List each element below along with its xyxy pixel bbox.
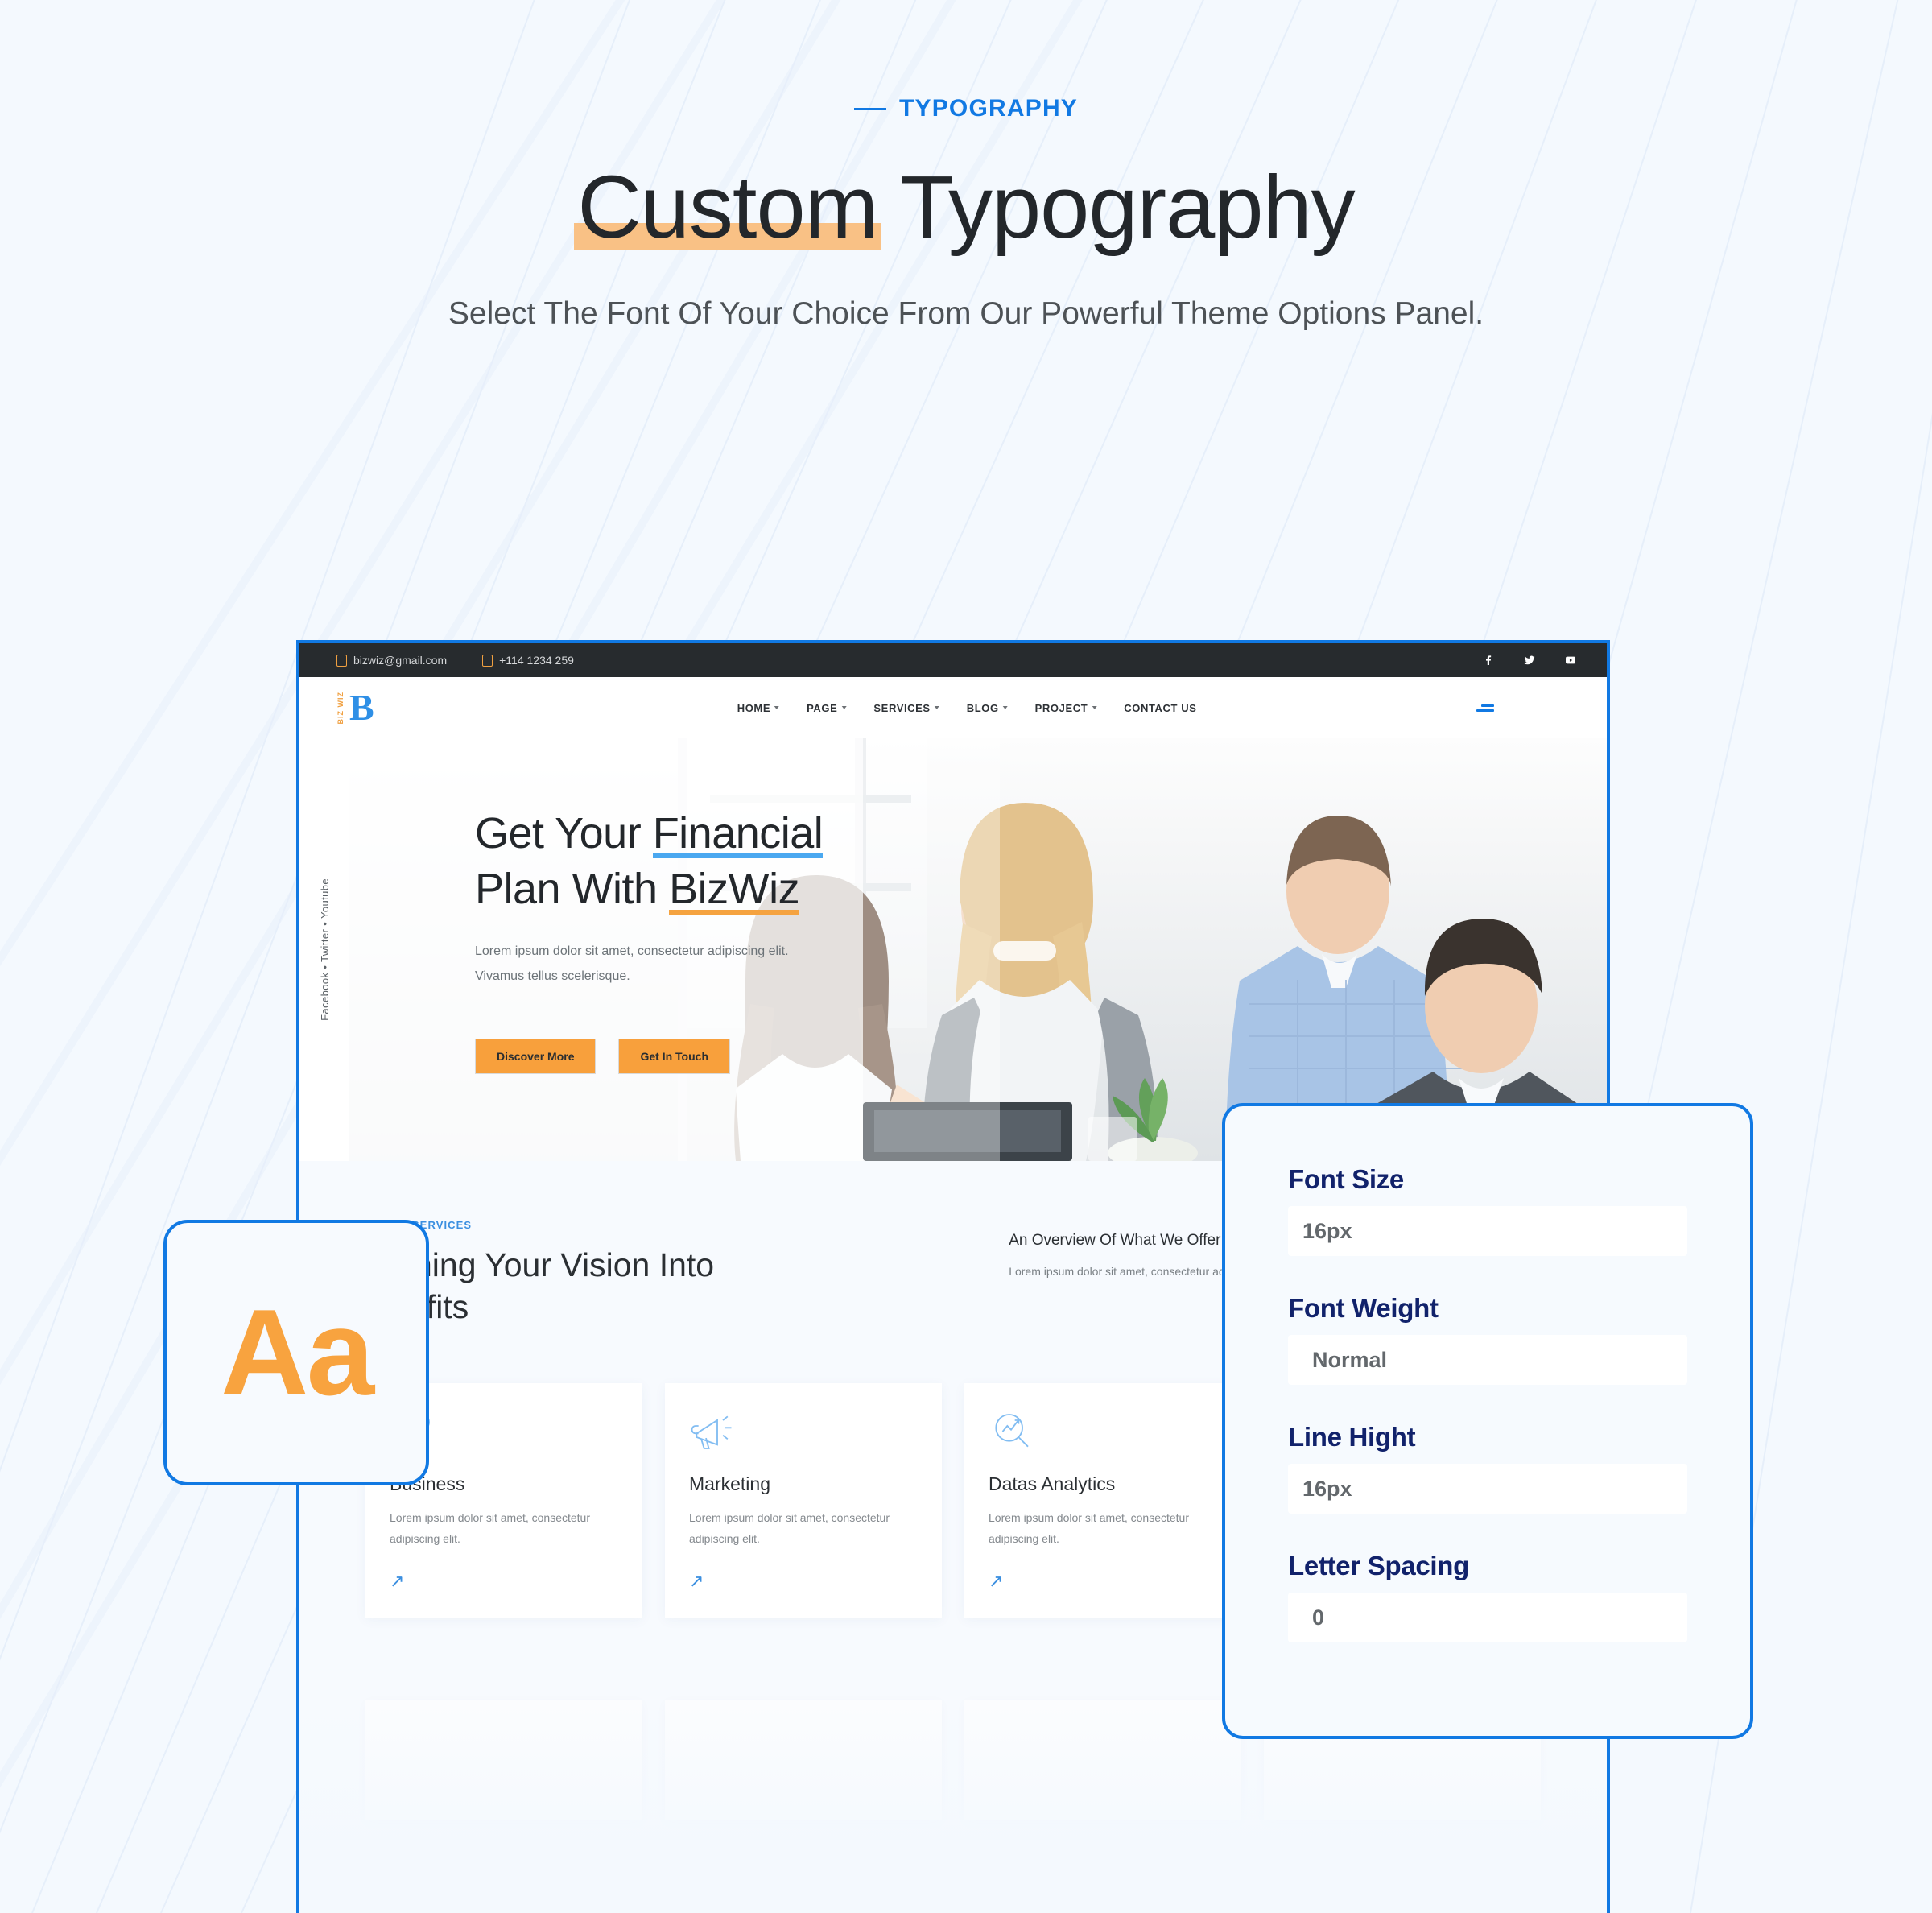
nav-item-blog[interactable]: BLOG bbox=[967, 702, 1008, 714]
chevron-down-icon bbox=[774, 706, 780, 709]
typography-options-panel: Font Size 16px Font Weight Normal Line H… bbox=[1222, 1103, 1753, 1739]
phone-icon bbox=[482, 654, 493, 667]
facebook-icon[interactable] bbox=[1478, 650, 1499, 671]
field-label: Letter Spacing bbox=[1288, 1551, 1470, 1580]
field-font-weight: Font Weight Normal bbox=[1288, 1293, 1687, 1385]
section-eyebrow: TYPOGRAPHY bbox=[853, 95, 1079, 122]
service-card[interactable]: Marketing Lorem ipsum dolor sit amet, co… bbox=[665, 1382, 942, 1618]
service-card[interactable] bbox=[365, 1699, 642, 1820]
nav-item-home[interactable]: HOME bbox=[737, 701, 780, 714]
field-label: Font Size bbox=[1288, 1164, 1404, 1194]
service-card-title: Business bbox=[390, 1473, 465, 1494]
nav-item-project[interactable]: PROJECT bbox=[1035, 702, 1097, 714]
envelope-icon bbox=[336, 654, 347, 667]
logo-mark: B bbox=[349, 686, 374, 728]
chevron-down-icon bbox=[1002, 706, 1008, 709]
services-heading: Turning Your Vision Into Profits bbox=[365, 1244, 976, 1328]
topbar-email[interactable]: bizwiz@gmail.com bbox=[336, 654, 447, 667]
megaphone-icon bbox=[689, 1409, 918, 1456]
service-card[interactable] bbox=[964, 1699, 1241, 1820]
chevron-down-icon bbox=[1092, 706, 1097, 709]
chevron-down-icon bbox=[934, 706, 939, 709]
hero-copy: Get Your Financial Plan With BizWiz Lore… bbox=[475, 806, 829, 1074]
get-in-touch-button[interactable]: Get In Touch bbox=[618, 1039, 730, 1074]
nav-label: CONTACT US bbox=[1124, 701, 1197, 714]
hero-heading-line1b: Financial bbox=[652, 806, 824, 861]
typography-feature-page: TYPOGRAPHY Custom Typography Select The … bbox=[0, 0, 1932, 1913]
field-label: Line Hight bbox=[1288, 1422, 1416, 1452]
nav-label: PAGE bbox=[807, 701, 838, 714]
page-title-highlight: Custom bbox=[574, 158, 881, 257]
service-card-text: Lorem ipsum dolor sit amet, consectetur … bbox=[989, 1510, 1189, 1545]
arrow-up-right-icon[interactable]: ↗ bbox=[390, 1572, 618, 1590]
font-preview-badge: Aa bbox=[163, 1220, 429, 1485]
twitter-icon[interactable] bbox=[1519, 650, 1540, 671]
nav-label: HOME bbox=[737, 701, 771, 714]
service-card[interactable] bbox=[665, 1699, 942, 1820]
topbar-phone[interactable]: +114 1234 259 bbox=[482, 654, 574, 667]
field-line-height: Line Hight 16px bbox=[1288, 1422, 1687, 1514]
service-card-text: Lorem ipsum dolor sit amet, consectetur … bbox=[689, 1510, 890, 1545]
hero-buttons: Discover More Get In Touch bbox=[475, 1039, 829, 1074]
font-weight-input[interactable]: Normal bbox=[1288, 1335, 1687, 1385]
youtube-icon[interactable] bbox=[1560, 650, 1581, 671]
service-card[interactable]: Datas Analytics Lorem ipsum dolor sit am… bbox=[964, 1382, 1241, 1618]
nav-item-services[interactable]: SERVICES bbox=[873, 702, 939, 714]
mockup-topbar: bizwiz@gmail.com +114 1234 259 bbox=[299, 643, 1607, 677]
service-card-text: Lorem ipsum dolor sit amet, consectetur … bbox=[390, 1510, 590, 1545]
hero-heading-line1a: Get Your bbox=[475, 809, 653, 857]
chart-search-icon bbox=[989, 1409, 1217, 1456]
eyebrow-dash-icon bbox=[853, 107, 886, 110]
letter-spacing-input[interactable]: 0 bbox=[1288, 1593, 1687, 1642]
section-header: TYPOGRAPHY Custom Typography Select The … bbox=[0, 95, 1932, 338]
logo-vertical-text: BIZ WIZ bbox=[336, 691, 345, 725]
hero-heading-line2a: Plan With bbox=[475, 865, 670, 914]
topbar-social-links bbox=[1478, 650, 1581, 671]
field-label: Font Weight bbox=[1288, 1293, 1439, 1323]
page-title-rest: Typography bbox=[877, 158, 1356, 257]
service-card-title: Marketing bbox=[689, 1473, 770, 1494]
nav-item-page[interactable]: PAGE bbox=[807, 701, 847, 714]
field-letter-spacing: Letter Spacing 0 bbox=[1288, 1551, 1687, 1642]
nav-label: SERVICES bbox=[873, 701, 931, 714]
chevron-down-icon bbox=[841, 706, 847, 709]
menu-toggle-icon[interactable] bbox=[1476, 704, 1494, 712]
hero-heading: Get Your Financial Plan With BizWiz bbox=[475, 806, 829, 917]
hero-social-links[interactable]: Facebook • Twitter • Youtube bbox=[319, 878, 331, 1021]
mockup-hero: Facebook • Twitter • Youtube Get Your Fi… bbox=[299, 738, 1607, 1161]
page-subtitle: Select The Font Of Your Choice From Our … bbox=[448, 295, 1484, 331]
nav-item-contact-us[interactable]: CONTACT US bbox=[1124, 702, 1196, 714]
eyebrow-label: TYPOGRAPHY bbox=[898, 95, 1079, 122]
site-logo[interactable]: BIZ WIZ B bbox=[336, 686, 374, 728]
discover-more-button[interactable]: Discover More bbox=[475, 1039, 597, 1074]
hero-paragraph: Lorem ipsum dolor sit amet, consectetur … bbox=[475, 944, 789, 983]
nav-label: BLOG bbox=[966, 701, 999, 714]
mockup-navbar: BIZ WIZ B HOME PAGE SERVICES BLOG PROJEC… bbox=[299, 677, 1607, 738]
font-preview-label: Aa bbox=[220, 1284, 374, 1421]
font-size-input[interactable]: 16px bbox=[1288, 1206, 1687, 1256]
line-height-input[interactable]: 16px bbox=[1288, 1464, 1687, 1514]
page-title: Custom Typography bbox=[0, 158, 1932, 257]
topbar-email-label: bizwiz@gmail.com bbox=[353, 654, 448, 667]
arrow-up-right-icon[interactable]: ↗ bbox=[989, 1572, 1217, 1590]
services-eyebrow: OUR SERVICES bbox=[365, 1219, 976, 1231]
topbar-phone-label: +114 1234 259 bbox=[499, 654, 574, 667]
nav-menu: HOME PAGE SERVICES BLOG PROJECT CONTACT … bbox=[737, 702, 1197, 714]
hero-heading-line2b: BizWiz bbox=[669, 861, 800, 917]
service-card-title: Datas Analytics bbox=[989, 1473, 1116, 1494]
hero-social-strip: Facebook • Twitter • Youtube bbox=[299, 738, 349, 1161]
field-font-size: Font Size 16px bbox=[1288, 1164, 1687, 1256]
arrow-up-right-icon[interactable]: ↗ bbox=[689, 1572, 918, 1590]
nav-label: PROJECT bbox=[1034, 701, 1088, 714]
